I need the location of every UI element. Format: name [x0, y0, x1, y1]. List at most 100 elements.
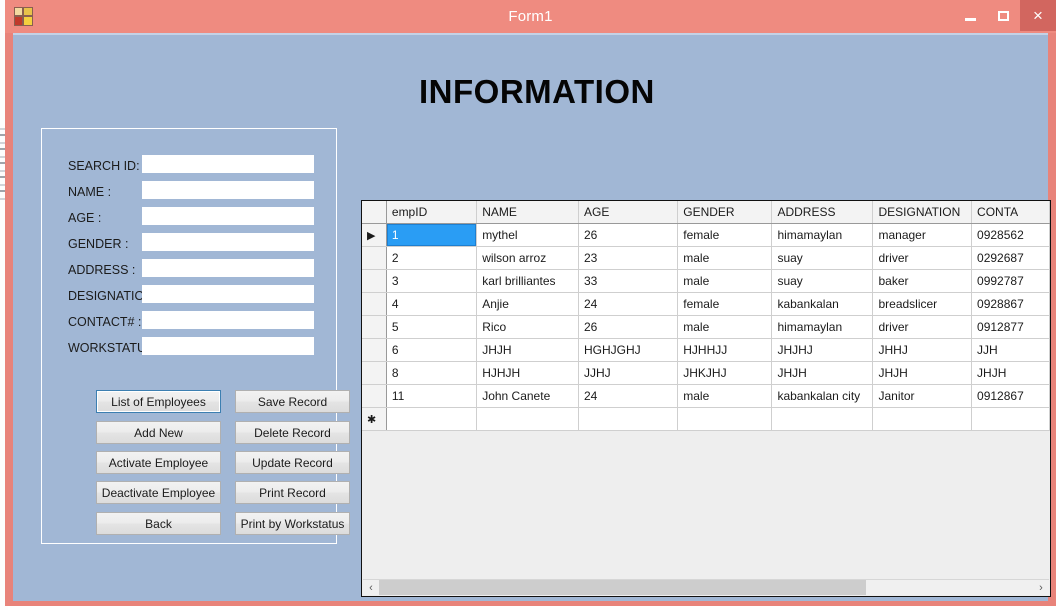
row-header[interactable]: [362, 292, 387, 316]
table-cell[interactable]: 26: [578, 223, 679, 247]
new-row-cell[interactable]: [771, 407, 874, 431]
update-record-button[interactable]: Update Record: [235, 451, 350, 474]
print-by-workstatus-button[interactable]: Print by Workstatus: [235, 512, 350, 535]
table-cell[interactable]: 6: [386, 338, 478, 362]
add-new-button[interactable]: Add New: [96, 421, 221, 444]
table-cell[interactable]: himamaylan: [771, 223, 874, 247]
table-cell[interactable]: Anjie: [476, 292, 579, 316]
close-button[interactable]: ×: [1020, 0, 1056, 31]
delete-record-button[interactable]: Delete Record: [235, 421, 350, 444]
table-row[interactable]: 4 Anjie 24 female kabankalan breadslicer 09288…: [362, 292, 1050, 316]
table-cell[interactable]: 23: [578, 246, 679, 270]
table-cell[interactable]: 0992787: [971, 269, 1050, 293]
input-contact[interactable]: [142, 311, 314, 329]
table-cell[interactable]: JHHJ: [872, 338, 973, 362]
input-workstatus[interactable]: [142, 337, 314, 355]
table-cell[interactable]: 3: [386, 269, 478, 293]
table-cell[interactable]: driver: [872, 315, 973, 339]
column-header-address[interactable]: ADDRESS: [771, 201, 874, 224]
scrollbar-track[interactable]: [379, 580, 1033, 595]
column-header-conta[interactable]: CONTA: [971, 201, 1050, 224]
table-cell[interactable]: manager: [872, 223, 973, 247]
input-age[interactable]: [142, 207, 314, 225]
table-cell[interactable]: 0912867: [971, 384, 1050, 408]
table-cell[interactable]: Janitor: [872, 384, 973, 408]
table-cell[interactable]: 8: [386, 361, 478, 385]
table-cell[interactable]: 24: [578, 292, 679, 316]
column-header-name[interactable]: NAME: [476, 201, 579, 224]
row-header[interactable]: [362, 338, 387, 362]
table-cell[interactable]: JHKJHJ: [677, 361, 773, 385]
table-cell[interactable]: 5: [386, 315, 478, 339]
column-header-gender[interactable]: GENDER: [677, 201, 773, 224]
input-designation[interactable]: [142, 285, 314, 303]
table-cell[interactable]: mythel: [476, 223, 579, 247]
save-record-button[interactable]: Save Record: [235, 390, 350, 413]
new-record-row[interactable]: ✱: [362, 407, 1050, 431]
table-cell[interactable]: kabankalan: [771, 292, 874, 316]
table-cell[interactable]: JHJH: [771, 361, 874, 385]
table-cell[interactable]: female: [677, 292, 773, 316]
table-cell[interactable]: 0928562: [971, 223, 1050, 247]
table-cell[interactable]: JJH: [971, 338, 1050, 362]
table-cell[interactable]: 2: [386, 246, 478, 270]
table-cell[interactable]: karl brilliantes: [476, 269, 579, 293]
table-cell[interactable]: 0912877: [971, 315, 1050, 339]
table-cell[interactable]: HGHJGHJ: [578, 338, 679, 362]
new-row-cell[interactable]: [476, 407, 579, 431]
table-row[interactable]: 2 wilson arroz 23 male suay driver 0292687: [362, 246, 1050, 270]
table-cell[interactable]: male: [677, 315, 773, 339]
table-row[interactable]: 5 Rico 26 male himamaylan driver 0912877: [362, 315, 1050, 339]
table-cell[interactable]: male: [677, 269, 773, 293]
row-header[interactable]: [362, 361, 387, 385]
table-cell[interactable]: himamaylan: [771, 315, 874, 339]
table-cell[interactable]: driver: [872, 246, 973, 270]
new-row-cell[interactable]: [872, 407, 973, 431]
new-row-cell[interactable]: [386, 407, 478, 431]
new-row-cell[interactable]: [677, 407, 773, 431]
row-header[interactable]: [362, 384, 387, 408]
table-cell[interactable]: 26: [578, 315, 679, 339]
activate-employee-button[interactable]: Activate Employee: [96, 451, 221, 474]
input-name[interactable]: [142, 181, 314, 199]
table-cell[interactable]: HJHHJJ: [677, 338, 773, 362]
table-cell[interactable]: male: [677, 384, 773, 408]
table-cell[interactable]: JJHJ: [578, 361, 679, 385]
column-header-age[interactable]: AGE: [578, 201, 679, 224]
table-cell[interactable]: female: [677, 223, 773, 247]
input-address[interactable]: [142, 259, 314, 277]
deactivate-employee-button[interactable]: Deactivate Employee: [96, 481, 221, 504]
scrollbar-thumb[interactable]: [379, 580, 867, 595]
new-row-cell[interactable]: [578, 407, 679, 431]
table-cell[interactable]: HJHJH: [476, 361, 579, 385]
table-cell[interactable]: JHJHJ: [771, 338, 874, 362]
table-cell[interactable]: kabankalan city: [771, 384, 874, 408]
table-cell[interactable]: 0928867: [971, 292, 1050, 316]
column-header-designation[interactable]: DESIGNATION: [872, 201, 973, 224]
table-cell[interactable]: Rico: [476, 315, 579, 339]
input-gender[interactable]: [142, 233, 314, 251]
table-row[interactable]: 6 JHJH HGHJGHJ HJHHJJ JHJHJ JHHJ JJH: [362, 338, 1050, 362]
row-header[interactable]: [362, 315, 387, 339]
list-of-employees-button[interactable]: List of Employees: [96, 390, 221, 413]
maximize-button[interactable]: [987, 0, 1020, 31]
table-cell[interactable]: suay: [771, 246, 874, 270]
new-row-marker-icon[interactable]: ✱: [362, 407, 387, 431]
table-cell[interactable]: suay: [771, 269, 874, 293]
row-header[interactable]: [362, 246, 387, 270]
print-record-button[interactable]: Print Record: [235, 481, 350, 504]
minimize-button[interactable]: [954, 0, 987, 31]
employee-datagrid[interactable]: empID NAME AGE GENDER ADDRESS DESIGNATION CONT…: [361, 200, 1051, 597]
row-header-current-marker[interactable]: ▶: [362, 223, 387, 247]
table-row[interactable]: ▶ 1 mythel 26 female himamaylan manager 0928562: [362, 223, 1050, 247]
table-cell[interactable]: 33: [578, 269, 679, 293]
table-cell[interactable]: baker: [872, 269, 973, 293]
table-cell[interactable]: breadslicer: [872, 292, 973, 316]
row-header[interactable]: [362, 269, 387, 293]
table-cell[interactable]: 0292687: [971, 246, 1050, 270]
new-row-cell[interactable]: [971, 407, 1050, 431]
back-button[interactable]: Back: [96, 512, 221, 535]
datagrid-corner-header[interactable]: [362, 201, 387, 224]
column-header-empid[interactable]: empID: [386, 201, 478, 224]
table-cell[interactable]: 11: [386, 384, 478, 408]
